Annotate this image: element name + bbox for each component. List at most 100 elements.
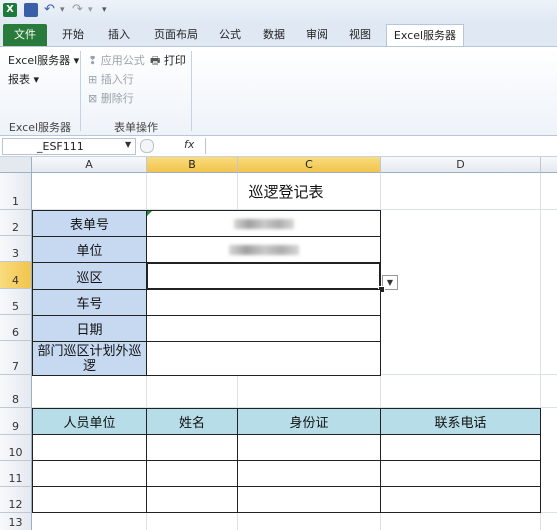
customize-qat-icon[interactable]: ▾ (102, 3, 107, 17)
tab-page-layout[interactable]: 页面布局 (148, 24, 204, 46)
cell-indicator-icon (147, 211, 152, 216)
column-header-c[interactable]: C (238, 157, 381, 173)
name-box-value: _ESF111 (37, 140, 84, 153)
label-vehicle-number[interactable]: 车号 (32, 289, 147, 316)
group-label-form-ops: 表单操作 (114, 121, 158, 134)
table-cell[interactable] (146, 434, 238, 461)
undo-icon[interactable]: ↶ (44, 3, 55, 17)
delete-row-button[interactable]: ⊠ 删除行 (88, 90, 134, 106)
column-header-b[interactable]: B (147, 157, 238, 173)
undo-dropdown-icon[interactable]: ▾ (60, 3, 65, 17)
table-cell[interactable] (146, 460, 238, 487)
delete-row-icon: ⊠ (88, 92, 98, 105)
printer-icon: 🖶 (150, 54, 161, 67)
label-date[interactable]: 日期 (32, 315, 147, 342)
label-unplanned-patrol[interactable]: 部门巡区计划外巡逻 (32, 341, 147, 376)
apply-formula-button[interactable]: ❢ 应用公式 (88, 52, 145, 68)
tab-home[interactable]: 开始 (55, 24, 91, 46)
row-number: 1 (12, 195, 19, 208)
print-button[interactable]: 🖶 打印 (150, 52, 186, 71)
vehicle-number-value[interactable] (146, 289, 381, 316)
tab-data[interactable]: 数据 (256, 24, 292, 46)
tab-review[interactable]: 审阅 (299, 24, 335, 46)
row-number: 2 (12, 221, 19, 234)
formula-input[interactable] (205, 138, 556, 154)
row-header-5[interactable]: 5 (0, 289, 32, 315)
tab-formulas[interactable]: 公式 (212, 24, 248, 46)
table-cell[interactable] (32, 486, 147, 513)
table-cell[interactable] (380, 434, 541, 461)
group-separator (191, 51, 192, 131)
form-number-value[interactable] (146, 210, 381, 237)
table-cell[interactable] (32, 434, 147, 461)
delete-row-label: 删除行 (100, 92, 134, 105)
row-number: 3 (12, 247, 19, 260)
insert-row-icon: ⊞ (88, 73, 98, 86)
sheet-title[interactable]: 巡逻登记表 (32, 173, 540, 209)
table-cell[interactable] (380, 460, 541, 487)
header-phone[interactable]: 联系电话 (380, 408, 541, 435)
header-personnel-unit[interactable]: 人员单位 (32, 408, 147, 435)
redo-dropdown-icon[interactable]: ▾ (88, 3, 93, 17)
header-id-card[interactable]: 身份证 (237, 408, 381, 435)
label-patrol-area[interactable]: 巡区 (32, 262, 147, 290)
tab-excel-server[interactable]: Excel服务器 (386, 24, 464, 48)
row-number: 5 (12, 300, 19, 313)
column-header-d[interactable]: D (381, 157, 541, 173)
formula-bar-expand-handle[interactable] (140, 139, 154, 153)
redacted-unit (228, 244, 299, 255)
redacted-form-number (233, 218, 294, 229)
table-cell[interactable] (237, 486, 381, 513)
function-icon[interactable]: fx (184, 138, 194, 151)
insert-row-button[interactable]: ⊞ 插入行 (88, 71, 134, 87)
chevron-down-icon[interactable]: ▼ (125, 140, 131, 149)
row-header-8[interactable]: 8 (0, 375, 32, 408)
name-box[interactable]: _ESF111 ▼ (2, 138, 136, 155)
row-number: 4 (12, 274, 19, 287)
row-header-4[interactable]: 4 (0, 262, 32, 289)
row-number: 13 (8, 516, 23, 529)
row-header-7[interactable]: 7 (0, 341, 32, 375)
header-name[interactable]: 姓名 (146, 408, 238, 435)
table-cell[interactable] (237, 434, 381, 461)
row-header-1[interactable]: 1 (0, 173, 32, 210)
row-number: 10 (8, 446, 23, 459)
save-icon[interactable] (24, 3, 38, 17)
table-cell[interactable] (237, 460, 381, 487)
row-header-13[interactable]: 13 (0, 513, 32, 530)
table-cell[interactable] (146, 486, 238, 513)
row-header-12[interactable]: 12 (0, 487, 32, 513)
table-cell[interactable] (380, 486, 541, 513)
unit-value[interactable] (146, 236, 381, 263)
row-header-2[interactable]: 2 (0, 210, 32, 236)
worksheet-grid: A B C D 1 2 3 4 5 6 7 8 9 10 11 12 13 巡逻… (0, 157, 557, 530)
date-value[interactable] (146, 315, 381, 342)
row-header-11[interactable]: 11 (0, 461, 32, 487)
insert-row-label: 插入行 (100, 73, 134, 86)
redo-icon[interactable]: ↷ (72, 3, 83, 17)
select-all-button[interactable] (0, 157, 32, 173)
label-form-number[interactable]: 表单号 (32, 210, 147, 237)
print-label: 打印 (163, 54, 186, 67)
table-cell[interactable] (32, 460, 147, 487)
unplanned-patrol-value[interactable] (146, 341, 381, 376)
row-number: 9 (12, 420, 19, 433)
apply-formula-label: 应用公式 (100, 54, 145, 67)
patrol-area-dropdown[interactable] (146, 262, 381, 290)
column-header-a[interactable]: A (32, 157, 147, 173)
tab-file[interactable]: 文件 (3, 24, 47, 46)
excel-logo-icon: X (3, 3, 17, 17)
report-menu-button[interactable]: 报表 ▾ (8, 71, 39, 87)
row-header-6[interactable]: 6 (0, 315, 32, 341)
quick-access-toolbar: X ↶ ▾ ↷ ▾ ▾ (0, 0, 557, 23)
label-unit[interactable]: 单位 (32, 236, 147, 263)
row-header-9[interactable]: 9 (0, 408, 32, 435)
excel-server-menu-button[interactable]: Excel服务器 ▾ (8, 52, 79, 68)
row-header-3[interactable]: 3 (0, 236, 32, 262)
column-header-e[interactable] (541, 157, 557, 173)
row-number: 12 (8, 498, 23, 511)
tab-insert[interactable]: 插入 (101, 24, 137, 46)
row-header-10[interactable]: 10 (0, 435, 32, 461)
ribbon-tab-bar: 文件 开始 插入 页面布局 公式 数据 审阅 视图 Excel服务器 (0, 22, 557, 48)
tab-view[interactable]: 视图 (342, 24, 378, 46)
